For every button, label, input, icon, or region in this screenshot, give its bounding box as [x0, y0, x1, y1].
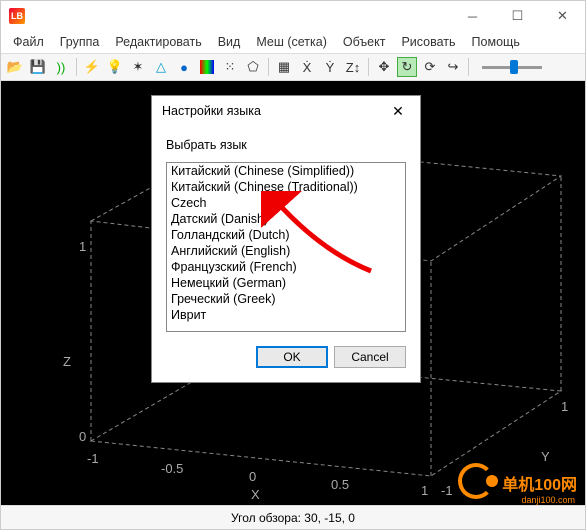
zoom-slider[interactable]	[482, 66, 542, 69]
status-text: Угол обзора: 30, -15, 0	[231, 511, 355, 525]
svg-text:0: 0	[249, 469, 256, 484]
language-settings-dialog: Настройки языка ✕ Выбрать язык Китайский…	[151, 95, 421, 383]
open-icon[interactable]: 📂	[5, 57, 25, 77]
palette-icon[interactable]	[197, 57, 217, 77]
list-item[interactable]: Иврит	[167, 307, 405, 323]
watermark-url: danji100.com	[521, 495, 575, 505]
close-button[interactable]: ✕	[540, 1, 585, 31]
watermark-text: 单机100网	[502, 471, 577, 495]
list-item[interactable]: Голландский (Dutch)	[167, 227, 405, 243]
axis-z-icon[interactable]: Z↕	[343, 57, 363, 77]
list-item[interactable]: Английский (English)	[167, 243, 405, 259]
history-icon[interactable]: ⟳	[420, 57, 440, 77]
menu-group[interactable]: Группа	[54, 33, 106, 51]
language-listbox[interactable]: Китайский (Chinese (Simplified)) Китайск…	[166, 162, 406, 332]
window-titlebar: LB ─ ☐ ✕	[1, 1, 585, 31]
list-item[interactable]: Китайский (Chinese (Traditional))	[167, 179, 405, 195]
svg-text:0.5: 0.5	[331, 477, 349, 492]
menu-help[interactable]: Помощь	[466, 33, 526, 51]
menu-draw[interactable]: Рисовать	[395, 33, 461, 51]
list-item[interactable]: Греческий (Greek)	[167, 291, 405, 307]
axis-z-label: Z	[63, 354, 71, 369]
save-icon[interactable]: 💾	[28, 57, 48, 77]
svg-text:0: 0	[79, 429, 86, 444]
grid-icon[interactable]: ▦	[274, 57, 294, 77]
axis-x-label: X	[251, 487, 260, 502]
ok-button[interactable]: OK	[256, 346, 328, 368]
list-item[interactable]: Czech	[167, 195, 405, 211]
dialog-close-button[interactable]: ✕	[386, 103, 410, 120]
dialog-title: Настройки языка	[162, 104, 261, 118]
menu-mesh[interactable]: Меш (сетка)	[250, 33, 333, 51]
wifi-icon[interactable]: ))	[51, 57, 71, 77]
dots-icon[interactable]: ⁙	[220, 57, 240, 77]
select-language-label: Выбрать язык	[166, 138, 406, 152]
menubar: Файл Группа Редактировать Вид Меш (сетка…	[1, 31, 585, 53]
axis-x-icon[interactable]: Ẋ	[297, 57, 317, 77]
menu-object[interactable]: Объект	[337, 33, 392, 51]
menu-view[interactable]: Вид	[212, 33, 247, 51]
watermark: 单机100网 danji100.com	[458, 463, 577, 503]
svg-text:-0.5: -0.5	[161, 461, 183, 476]
bolt-icon[interactable]: ⚡	[82, 57, 102, 77]
axis-y-icon[interactable]: Ẏ	[320, 57, 340, 77]
minimize-button[interactable]: ─	[450, 1, 495, 31]
axis-y-label: Y	[541, 449, 550, 464]
list-item[interactable]: Немецкий (German)	[167, 275, 405, 291]
statusbar: Угол обзора: 30, -15, 0	[1, 505, 585, 529]
redo-icon[interactable]: ↪	[443, 57, 463, 77]
triangle-icon[interactable]: △	[151, 57, 171, 77]
list-item[interactable]: Французский (French)	[167, 259, 405, 275]
bulb-icon[interactable]: 💡	[105, 57, 125, 77]
svg-text:1: 1	[421, 483, 428, 498]
svg-text:1: 1	[561, 399, 568, 414]
app-icon: LB	[9, 8, 25, 24]
wire-icon[interactable]: ⬠	[243, 57, 263, 77]
cancel-button[interactable]: Cancel	[334, 346, 406, 368]
list-item[interactable]: Датский (Danish)	[167, 211, 405, 227]
rotate-icon[interactable]: ↻	[397, 57, 417, 77]
star-icon[interactable]: ✶	[128, 57, 148, 77]
menu-edit[interactable]: Редактировать	[109, 33, 207, 51]
circle-icon[interactable]: ●	[174, 57, 194, 77]
menu-file[interactable]: Файл	[7, 33, 50, 51]
maximize-button[interactable]: ☐	[495, 1, 540, 31]
svg-text:1: 1	[79, 239, 86, 254]
move-icon[interactable]: ✥	[374, 57, 394, 77]
list-item[interactable]: Китайский (Chinese (Simplified))	[167, 163, 405, 179]
toolbar: 📂 💾 )) ⚡ 💡 ✶ △ ● ⁙ ⬠ ▦ Ẋ Ẏ Z↕ ✥ ↻ ⟳ ↪	[1, 53, 585, 81]
svg-text:-1: -1	[87, 451, 99, 466]
svg-text:-1: -1	[441, 483, 453, 498]
